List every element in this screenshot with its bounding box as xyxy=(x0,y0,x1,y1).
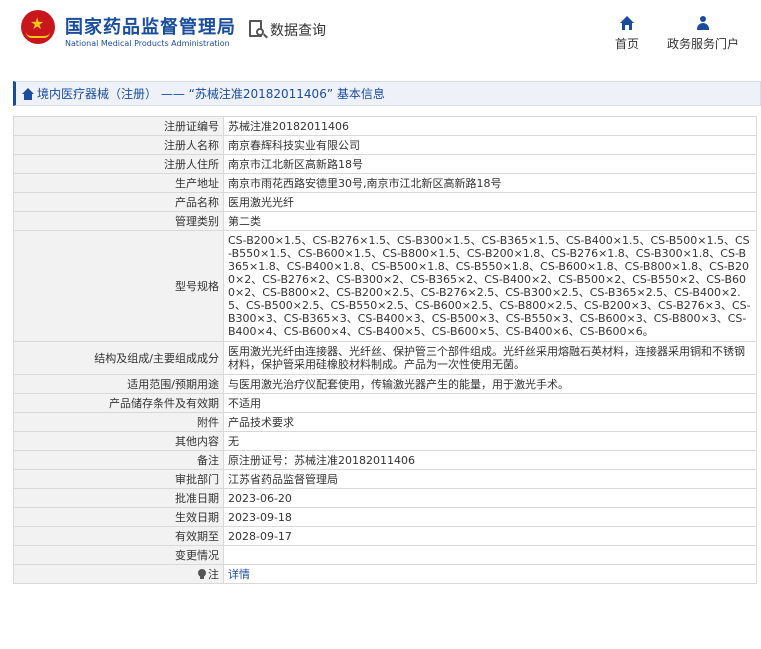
note-label: 注 xyxy=(208,567,219,581)
home-icon xyxy=(22,87,34,100)
field-label: 注册人名称 xyxy=(13,135,224,155)
table-row: 注册人名称 南京春辉科技实业有限公司 xyxy=(13,135,757,155)
field-label: 其他内容 xyxy=(13,431,224,451)
table-row: 产品储存条件及有效期 不适用 xyxy=(13,393,757,413)
field-value: 第二类 xyxy=(223,211,757,231)
field-label: 管理类别 xyxy=(13,211,224,231)
table-row-note: 注 详情 xyxy=(13,564,757,584)
field-value: 2028-09-17 xyxy=(223,526,757,546)
field-value: 南京春辉科技实业有限公司 xyxy=(223,135,757,155)
breadcrumb: 境内医疗器械（注册） —— “苏械注准20182011406” 基本信息 xyxy=(13,81,761,106)
field-label: 适用范围/预期用途 xyxy=(13,374,224,394)
star-icon: ★ xyxy=(30,14,45,33)
table-row: 变更情况 xyxy=(13,545,757,565)
nav-home[interactable]: 首页 xyxy=(610,16,644,52)
table-row: 结构及组成/主要组成成分 医用激光光纤由连接器、光纤丝、保护管三个部件组成。光纤… xyxy=(13,341,757,375)
field-label: 变更情况 xyxy=(13,545,224,565)
field-value: 南京市江北新区高新路18号 xyxy=(223,154,757,174)
table-row: 适用范围/预期用途 与医用激光治疗仪配套使用，传输激光器产生的能量，用于激光手术… xyxy=(13,374,757,394)
nav-home-label: 首页 xyxy=(614,37,639,51)
field-value: 产品技术要求 xyxy=(223,412,757,432)
field-value: 医用激光光纤 xyxy=(223,192,757,212)
field-value: 原注册证号：苏械注准20182011406 xyxy=(223,450,757,470)
table-row: 其他内容 无 xyxy=(13,431,757,451)
field-label: 型号规格 xyxy=(13,230,224,342)
table-row: 生效日期 2023-09-18 xyxy=(13,507,757,527)
site-header: ★ 国家药品监督管理局 National Medical Products Ad… xyxy=(0,0,761,64)
table-row: 审批部门 江苏省药品监督管理局 xyxy=(13,469,757,489)
field-label: 生产地址 xyxy=(13,173,224,193)
field-value: 医用激光光纤由连接器、光纤丝、保护管三个部件组成。光纤丝采用熔融石英材料，连接器… xyxy=(223,341,757,375)
breadcrumb-text: 境内医疗器械（注册） —— “苏械注准20182011406” 基本信息 xyxy=(37,87,385,101)
nav-service-portal[interactable]: 政务服务门户 xyxy=(664,16,742,52)
field-value: 江苏省药品监督管理局 xyxy=(223,469,757,489)
user-icon xyxy=(695,16,711,30)
field-value xyxy=(223,545,757,565)
field-value: 与医用激光治疗仪配套使用，传输激光器产生的能量，用于激光手术。 xyxy=(223,374,757,394)
document-search-icon xyxy=(248,19,268,41)
table-row: 注册人住所 南京市江北新区高新路18号 xyxy=(13,154,757,174)
lightbulb-icon xyxy=(197,568,207,579)
table-row: 产品名称 医用激光光纤 xyxy=(13,192,757,212)
field-label: 附件 xyxy=(13,412,224,432)
field-label: 结构及组成/主要组成成分 xyxy=(13,341,224,375)
table-row: 型号规格 CS-B200×1.5、CS-B276×1.5、CS-B300×1.5… xyxy=(13,230,757,342)
table-row: 注册证编号 苏械注准20182011406 xyxy=(13,116,757,136)
field-label: 生效日期 xyxy=(13,507,224,527)
field-label: 有效期至 xyxy=(13,526,224,546)
field-label: 产品名称 xyxy=(13,192,224,212)
data-query-link[interactable]: 数据查询 xyxy=(248,18,326,42)
registration-detail-table: 注册证编号 苏械注准20182011406 注册人名称 南京春辉科技实业有限公司… xyxy=(13,116,757,584)
field-label: 产品储存条件及有效期 xyxy=(13,393,224,413)
details-link[interactable]: 详情 xyxy=(228,568,250,581)
table-row: 生产地址 南京市雨花西路安德里30号,南京市江北新区高新路18号 xyxy=(13,173,757,193)
field-value: 无 xyxy=(223,431,757,451)
field-value: 不适用 xyxy=(223,393,757,413)
field-label: 注册人住所 xyxy=(13,154,224,174)
nav-service-label: 政务服务门户 xyxy=(666,37,739,51)
note-value-cell: 详情 xyxy=(223,564,757,584)
table-row: 备注 原注册证号：苏械注准20182011406 xyxy=(13,450,757,470)
table-row: 批准日期 2023-06-20 xyxy=(13,488,757,508)
org-name-cn[interactable]: 国家药品监督管理局 xyxy=(65,13,236,39)
field-value: 苏械注准20182011406 xyxy=(223,116,757,136)
org-name-en[interactable]: National Medical Products Administration xyxy=(65,39,230,48)
field-value: CS-B200×1.5、CS-B276×1.5、CS-B300×1.5、CS-B… xyxy=(223,230,757,342)
field-value: 2023-09-18 xyxy=(223,507,757,527)
national-emblem-logo[interactable]: ★ xyxy=(21,10,55,44)
table-row: 有效期至 2028-09-17 xyxy=(13,526,757,546)
field-label: 批准日期 xyxy=(13,488,224,508)
field-label: 注册证编号 xyxy=(13,116,224,136)
field-value: 南京市雨花西路安德里30号,南京市江北新区高新路18号 xyxy=(223,173,757,193)
field-label: 备注 xyxy=(13,450,224,470)
table-row: 附件 产品技术要求 xyxy=(13,412,757,432)
note-label-cell: 注 xyxy=(13,564,224,584)
data-query-label: 数据查询 xyxy=(270,23,326,39)
field-label: 审批部门 xyxy=(13,469,224,489)
table-row: 管理类别 第二类 xyxy=(13,211,757,231)
field-value: 2023-06-20 xyxy=(223,488,757,508)
home-icon xyxy=(619,16,635,30)
